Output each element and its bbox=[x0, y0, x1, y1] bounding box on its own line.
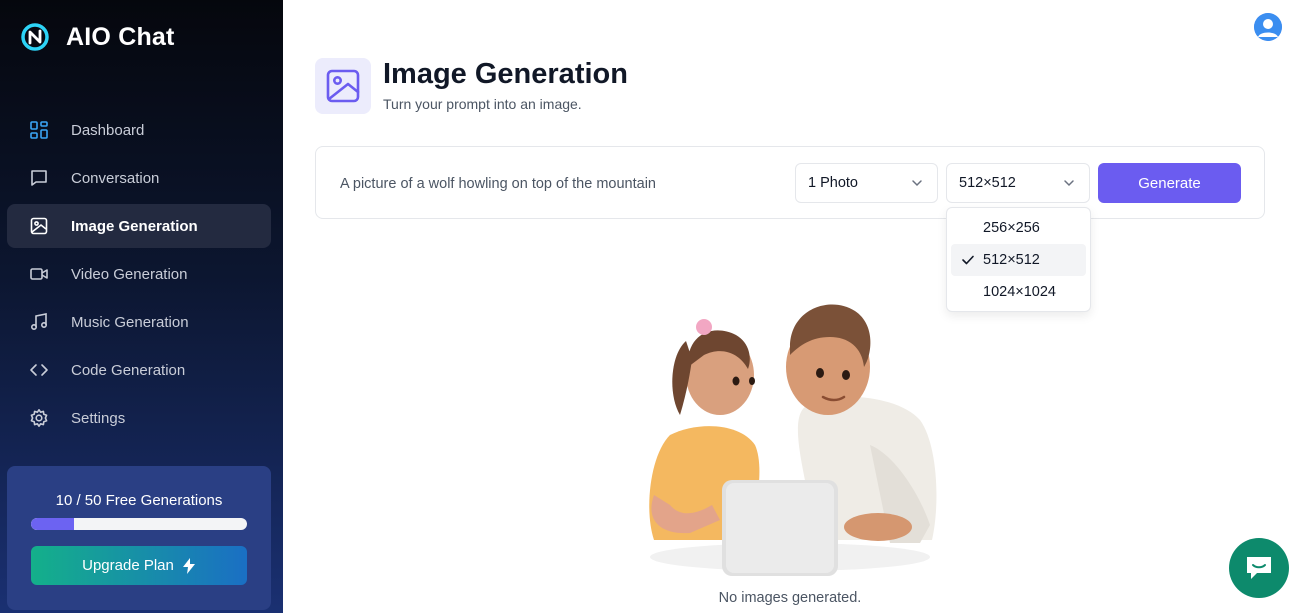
photo-count-value: 1 Photo bbox=[808, 175, 858, 191]
sidebar-item-label: Image Generation bbox=[71, 217, 198, 235]
usage-progress-fill bbox=[31, 518, 75, 530]
sidebar-item-label: Code Generation bbox=[71, 361, 186, 379]
page-title: Image Generation bbox=[383, 58, 628, 90]
sidebar-item-label: Settings bbox=[71, 409, 126, 427]
generate-button[interactable]: Generate bbox=[1098, 163, 1241, 203]
sidebar-item-music-generation[interactable]: Music Generation bbox=[7, 300, 271, 344]
user-icon bbox=[1254, 13, 1282, 41]
sidebar-item-label: Music Generation bbox=[71, 313, 189, 331]
page-header-icon bbox=[315, 58, 371, 114]
user-avatar[interactable] bbox=[1254, 13, 1282, 41]
size-option-label: 512×512 bbox=[983, 252, 1040, 268]
brand[interactable]: AIO Chat bbox=[20, 22, 175, 52]
video-icon bbox=[29, 264, 49, 284]
chat-bubble-icon bbox=[29, 168, 49, 188]
chat-bubble-icon bbox=[1247, 557, 1271, 579]
sidebar-item-code-generation[interactable]: Code Generation bbox=[7, 348, 271, 392]
sidebar-item-label: Dashboard bbox=[71, 121, 145, 139]
chevron-down-icon bbox=[912, 180, 922, 187]
size-option-label: 1024×1024 bbox=[983, 284, 1056, 300]
empty-state-illustration bbox=[649, 304, 937, 576]
sidebar-item-label: Conversation bbox=[71, 169, 160, 187]
upgrade-plan-label: Upgrade Plan bbox=[82, 557, 174, 574]
lightning-icon bbox=[182, 557, 195, 574]
code-icon bbox=[29, 360, 49, 380]
image-icon bbox=[326, 69, 360, 103]
sidebar-item-conversation[interactable]: Conversation bbox=[7, 156, 271, 200]
page-subtitle: Turn your prompt into an image. bbox=[383, 96, 582, 112]
sidebar-nav: Dashboard Conversation Image Generation … bbox=[7, 108, 271, 444]
image-size-value: 512×512 bbox=[959, 175, 1016, 191]
size-option-1024[interactable]: 1024×1024 bbox=[951, 276, 1086, 308]
support-chat-button[interactable] bbox=[1229, 538, 1289, 598]
brand-name: AIO Chat bbox=[66, 22, 175, 51]
sidebar-item-image-generation[interactable]: Image Generation bbox=[7, 204, 271, 248]
image-size-dropdown: 256×256 512×512 1024×1024 bbox=[946, 207, 1091, 312]
usage-card: 10 / 50 Free Generations Upgrade Plan bbox=[7, 466, 271, 610]
dashboard-icon bbox=[29, 120, 49, 140]
brand-logo-icon bbox=[21, 23, 49, 51]
sidebar-item-label: Video Generation bbox=[71, 265, 188, 283]
size-option-label: 256×256 bbox=[983, 220, 1040, 236]
prompt-input[interactable]: A picture of a wolf howling on top of th… bbox=[340, 176, 656, 192]
generation-count: 10 / 50 Free Generations bbox=[55, 492, 223, 509]
sidebar: AIO Chat Dashboard Conversation Image Ge… bbox=[0, 0, 283, 613]
image-size-select[interactable]: 512×512 bbox=[946, 163, 1090, 203]
image-icon bbox=[29, 216, 49, 236]
sidebar-item-dashboard[interactable]: Dashboard bbox=[7, 108, 271, 152]
size-option-512[interactable]: 512×512 bbox=[951, 244, 1086, 276]
photo-count-select[interactable]: 1 Photo bbox=[795, 163, 938, 203]
sidebar-item-video-generation[interactable]: Video Generation bbox=[7, 252, 271, 296]
empty-state-text: No images generated. bbox=[718, 590, 862, 606]
size-option-256[interactable]: 256×256 bbox=[951, 212, 1086, 244]
upgrade-plan-button[interactable]: Upgrade Plan bbox=[31, 546, 247, 585]
gear-icon bbox=[29, 408, 49, 428]
music-note-icon bbox=[29, 312, 49, 332]
sidebar-item-settings[interactable]: Settings bbox=[7, 396, 271, 440]
usage-progress-bar bbox=[31, 518, 247, 530]
chevron-down-icon bbox=[1064, 180, 1074, 187]
checkmark-icon bbox=[962, 255, 974, 265]
